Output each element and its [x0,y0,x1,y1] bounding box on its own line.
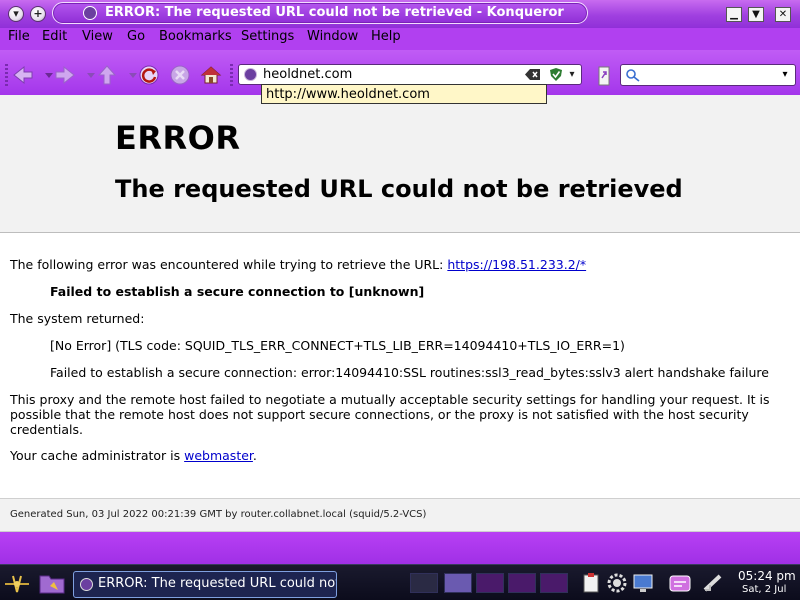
settings-gear-icon[interactable] [606,572,628,594]
menu-window[interactable]: Window [307,29,358,44]
tls-code: [No Error] (TLS code: SQUID_TLS_ERR_CONN… [50,338,625,353]
forward-history-icon[interactable] [80,64,95,86]
admin-contact: Your cache administrator is webmaster. [10,448,257,463]
clock-time[interactable]: 05:24 pm [738,569,796,583]
up-icon[interactable] [96,64,118,86]
menu-file[interactable]: File [8,29,30,44]
menu-view[interactable]: View [82,29,113,44]
menu-edit[interactable]: Edit [42,29,67,44]
url-autocomplete-popup[interactable]: http://www.heoldnet.com [261,84,547,104]
forward-icon[interactable] [54,64,76,86]
menu-help[interactable]: Help [371,29,401,44]
admin-text: Your cache administrator is [10,448,185,463]
menu-bookmarks[interactable]: Bookmarks [159,29,232,44]
task-title: ERROR: The requested URL could not [98,576,337,591]
web-search-box[interactable]: ▾ [620,64,796,86]
error-intro-text: The following error was encountered whil… [10,257,448,272]
search-engine-icon[interactable] [625,68,641,82]
location-bar[interactable]: ▾ [238,64,582,85]
sticky-button[interactable]: + [30,6,46,22]
desktop-3[interactable] [476,573,504,593]
clock-date[interactable]: Sat, 2 Jul [742,584,786,595]
reload-icon[interactable] [138,64,160,86]
error-explanation: This proxy and the remote host failed to… [10,392,770,437]
error-heading: ERROR [115,119,241,157]
clipboard-icon[interactable] [580,572,602,594]
page-footer: Generated Sun, 03 Jul 2022 00:21:39 GMT … [0,499,800,532]
error-subheading: The requested URL could not be retrieved [115,175,683,203]
system-returned-label: The system returned: [10,311,145,326]
error-reason: Failed to establish a secure connection … [50,284,425,299]
security-shield-icon[interactable] [549,67,563,82]
admin-suffix: . [252,448,257,463]
maximize-button[interactable]: ▼ [748,7,764,22]
menu-go[interactable]: Go [127,29,145,44]
clear-location-icon[interactable] [525,68,541,81]
location-input[interactable] [263,66,525,83]
notifications-icon[interactable] [668,572,692,594]
desktop-2[interactable] [444,573,472,593]
taskbar-konqueror-task[interactable]: ERROR: The requested URL could not [73,571,337,598]
desktop-5[interactable] [540,573,568,593]
desktop-4[interactable] [508,573,536,593]
kde-menu-icon[interactable] [3,572,31,596]
minimize-button[interactable]: ▁ [726,7,742,22]
close-button[interactable]: ✕ [775,7,791,22]
window-menu-button[interactable]: ▾ [8,6,24,22]
monitor-icon[interactable] [632,572,654,594]
file-manager-icon[interactable] [38,570,66,596]
go-url-icon[interactable] [596,66,612,86]
window-title-pill: ERROR: The requested URL could not be re… [52,2,588,24]
desktop-1[interactable] [410,573,438,593]
site-favicon-icon [244,68,257,81]
up-history-icon[interactable] [122,64,137,86]
desktop-pager[interactable] [410,573,570,595]
location-history-dropdown[interactable]: ▾ [565,68,579,81]
error-intro: The following error was encountered whil… [10,257,586,272]
toolbar-grip[interactable] [5,64,8,86]
back-history-icon[interactable] [38,64,53,86]
back-icon[interactable] [12,64,34,86]
requested-url-link[interactable]: https://198.51.233.2/* [447,257,586,272]
taskbar: ERROR: The requested URL could not 05:24… [0,564,800,600]
home-icon[interactable] [200,64,222,86]
menu-settings[interactable]: Settings [241,29,294,44]
autocomplete-suggestion[interactable]: http://www.heoldnet.com [266,87,430,102]
ssl-error-detail: Failed to establish a secure connection:… [50,365,769,380]
title-bar[interactable]: ▾ + ERROR: The requested URL could not b… [0,0,800,28]
error-header: ERROR The requested URL could not be ret… [0,95,800,233]
web-page-content: ERROR The requested URL could not be ret… [0,95,800,532]
window-title: ERROR: The requested URL could not be re… [105,5,564,20]
footer-text: Generated Sun, 03 Jul 2022 00:21:39 GMT … [10,509,427,520]
search-engine-dropdown[interactable]: ▾ [778,68,792,82]
menu-bar: File Edit View Go Bookmarks Settings Win… [0,28,800,50]
status-bar [0,532,800,564]
webmaster-link[interactable]: webmaster [184,448,253,463]
stop-icon[interactable] [169,64,191,86]
network-icon[interactable] [702,572,724,594]
konqueror-task-icon [80,578,93,591]
toolbar-grip-location[interactable] [230,64,233,86]
konqueror-icon [83,6,97,20]
